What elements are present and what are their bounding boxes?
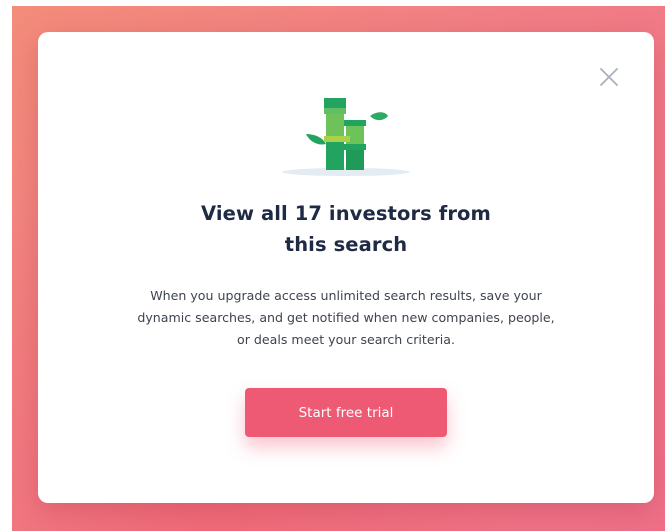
modal-title: View all 17 investors from this search bbox=[38, 198, 654, 260]
title-line-1: View all 17 investors from bbox=[201, 202, 491, 225]
close-icon[interactable] bbox=[596, 64, 622, 90]
description-line-3: or deals meet your search criteria. bbox=[237, 332, 455, 347]
upgrade-modal: View all 17 investors from this search W… bbox=[38, 32, 654, 503]
title-line-2: this search bbox=[284, 233, 408, 256]
start-free-trial-label: Start free trial bbox=[298, 404, 394, 421]
bamboo-illustration bbox=[282, 94, 412, 178]
description-line-2: dynamic searches, and get notified when … bbox=[137, 310, 555, 325]
start-free-trial-button[interactable]: Start free trial bbox=[245, 388, 447, 437]
modal-description: When you upgrade access unlimited search… bbox=[116, 285, 576, 351]
description-line-1: When you upgrade access unlimited search… bbox=[150, 288, 542, 303]
bamboo-icon bbox=[282, 98, 410, 176]
close-button[interactable] bbox=[596, 64, 622, 90]
